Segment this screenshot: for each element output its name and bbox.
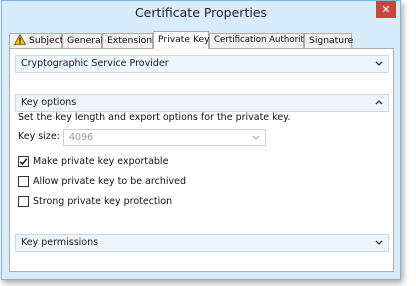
tab-signature[interactable]: Signature [304, 33, 354, 48]
tab-certification-authority-label: Certification Authority [214, 35, 309, 45]
key-options-section-label: Key options [21, 97, 77, 108]
tab-signature-label: Signature [309, 35, 354, 46]
window-title: Certificate Properties [134, 5, 268, 20]
csp-section-label: Cryptographic Service Provider [21, 58, 169, 69]
key-options-description: Set the key length and export options fo… [18, 112, 291, 123]
tab-general[interactable]: General [62, 33, 104, 48]
checkbox-box[interactable] [18, 176, 29, 187]
warning-icon [14, 34, 26, 45]
chevron-down-icon [252, 135, 260, 140]
tab-general-label: General [67, 35, 104, 46]
tab-subject-label: Subject [29, 35, 64, 46]
checkbox-label: Allow private key to be archived [33, 176, 186, 187]
key-permissions-section-label: Key permissions [21, 237, 99, 248]
checkbox-box[interactable] [18, 196, 29, 207]
tab-private-key-label: Private Key [158, 34, 210, 45]
tab-certification-authority[interactable]: Certification Authority [209, 33, 309, 48]
chevron-down-icon [375, 61, 383, 66]
tab-private-key[interactable]: Private Key [153, 31, 210, 49]
key-permissions-section-header[interactable]: Key permissions [15, 234, 389, 252]
checkbox-label: Strong private key protection [33, 196, 173, 207]
tab-extensions[interactable]: Extensions [102, 33, 157, 48]
certificate-properties-window: Certificate Properties ✕ Subject General… [1, 0, 401, 280]
checkmark-icon [19, 158, 28, 166]
key-size-label: Key size: [18, 131, 60, 142]
title-bar: Certificate Properties ✕ [2, 1, 400, 26]
checkbox-label: Make private key exportable [33, 156, 169, 167]
csp-section-header[interactable]: Cryptographic Service Provider [15, 55, 389, 73]
chevron-up-icon [375, 100, 383, 105]
close-button[interactable]: ✕ [376, 1, 396, 18]
tab-subject[interactable]: Subject [9, 33, 64, 48]
checkbox-box[interactable] [18, 156, 29, 167]
tab-extensions-label: Extensions [107, 35, 157, 46]
key-size-select: 4096 [63, 129, 266, 146]
key-options-section-header[interactable]: Key options [15, 94, 389, 112]
chevron-down-icon [375, 240, 383, 245]
key-size-value: 4096 [69, 132, 94, 143]
private-key-panel: Cryptographic Service Provider Key optio… [9, 48, 394, 272]
